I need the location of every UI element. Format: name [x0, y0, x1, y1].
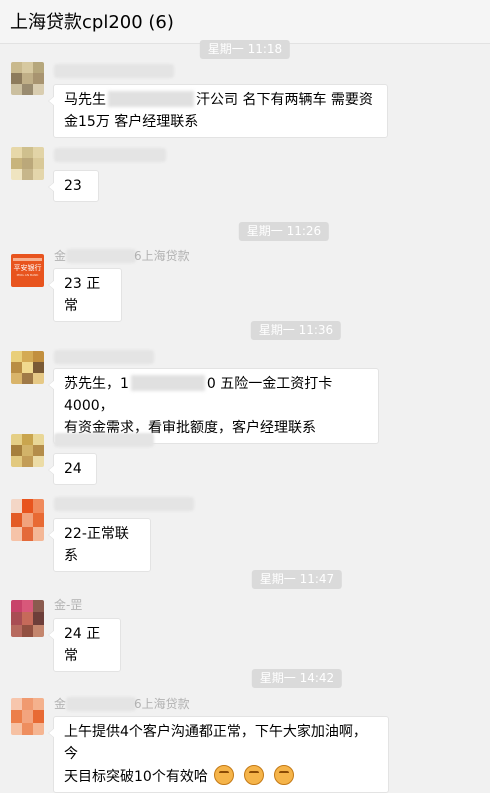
- message-text: 24 正常: [64, 626, 101, 664]
- avatar[interactable]: [11, 147, 44, 180]
- avatar[interactable]: [11, 600, 44, 637]
- sender-name-redacted: [54, 433, 154, 447]
- message-bubble[interactable]: 马先生 汗公司 名下有两辆车 需要资 金15万 客户经理联系: [48, 84, 388, 138]
- chat-header: 上海贷款cpl200 (6): [0, 0, 490, 44]
- redaction: [108, 91, 194, 107]
- message-text: 天目标突破10个有效哈: [64, 769, 208, 785]
- avatar[interactable]: [11, 62, 44, 95]
- bank-logo-subtext: PING AN BANK: [16, 273, 39, 277]
- timestamp: 星期一 11:18: [199, 40, 291, 59]
- sender-name: 金-罡: [54, 598, 83, 612]
- fist-emoji-icon: [273, 765, 294, 785]
- timestamp: 星期一 14:42: [251, 669, 343, 688]
- message-bubble[interactable]: 22-正常联系: [48, 518, 151, 572]
- avatar[interactable]: [11, 434, 44, 467]
- sender-name-suffix: 6上海贷款: [134, 249, 190, 263]
- message-bubble[interactable]: 24: [48, 453, 97, 485]
- fist-emoji-icon: [243, 765, 264, 785]
- sender-name-redacted: [66, 697, 136, 711]
- sender-name-redacted: [54, 64, 174, 78]
- avatar[interactable]: [11, 499, 44, 541]
- message-text: 22-正常联系: [64, 526, 129, 564]
- message-bubble[interactable]: 24 正常: [48, 618, 121, 672]
- sender-name-redacted: [54, 350, 154, 364]
- sender-name-suffix: 6上海贷款: [134, 697, 190, 711]
- message-text: 上午提供4个客户沟通都正常，下午大家加油啊，今: [64, 724, 367, 762]
- timestamp: 星期一 11:47: [251, 570, 343, 589]
- message-bubble[interactable]: 上午提供4个客户沟通都正常，下午大家加油啊，今 天目标突破10个有效哈: [48, 716, 389, 793]
- avatar[interactable]: [11, 698, 44, 735]
- message-text: 24: [64, 461, 82, 477]
- redaction: [130, 375, 205, 391]
- message-bubble[interactable]: 23: [48, 170, 99, 202]
- message-text: 马先生: [64, 92, 106, 108]
- avatar[interactable]: [11, 351, 44, 384]
- sender-name: 金: [54, 697, 67, 711]
- sender-name-redacted: [54, 497, 194, 511]
- message-text: 23 正常: [64, 276, 101, 314]
- message-bubble[interactable]: 23 正常: [48, 268, 122, 322]
- message-text: 23: [64, 178, 82, 194]
- message-text: 汗公司 名下有两辆车 需要资: [196, 92, 373, 108]
- bank-avatar[interactable]: 平安银行 PING AN BANK: [11, 254, 44, 287]
- message-text: 金15万 客户经理联系: [64, 114, 199, 130]
- sender-name-redacted: [54, 148, 166, 162]
- timestamp: 星期一 11:36: [250, 321, 342, 340]
- bank-logo-stripe: [13, 258, 42, 261]
- timestamp: 星期一 11:26: [238, 222, 330, 241]
- sender-name-redacted: [66, 249, 136, 263]
- sender-name: 金: [54, 249, 67, 263]
- chat-title[interactable]: 上海贷款cpl200 (6): [10, 8, 174, 34]
- message-text: 苏先生，1: [64, 376, 129, 392]
- fist-emoji-icon: [213, 765, 234, 785]
- bank-logo-text: 平安银行: [13, 264, 42, 272]
